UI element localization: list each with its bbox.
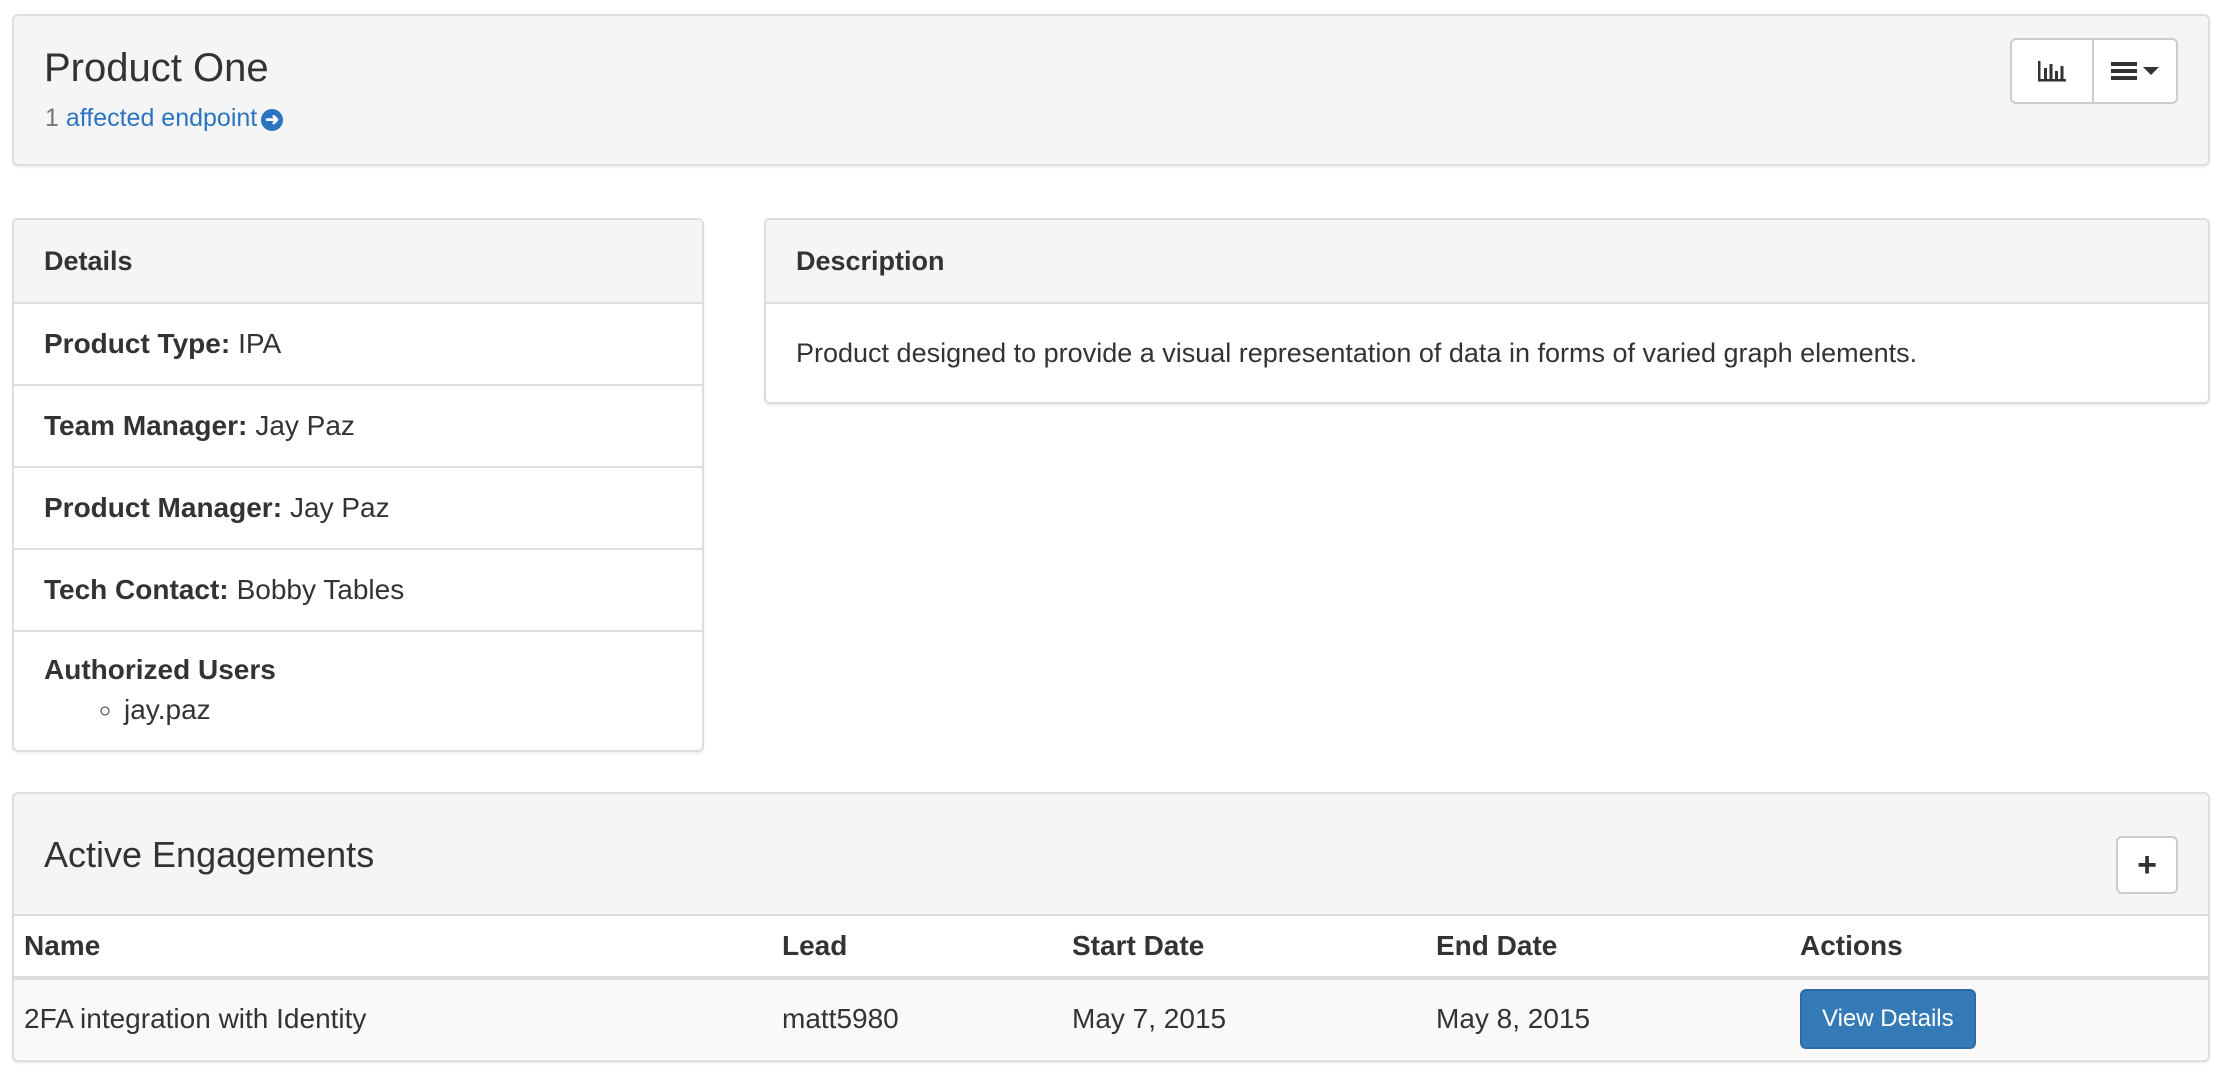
table-row: 2FA integration with Identity matt5980 M… bbox=[14, 978, 2208, 1058]
detail-row-tech-contact: Tech Contact: Bobby Tables bbox=[14, 550, 702, 632]
detail-row-team-manager: Team Manager: Jay Paz bbox=[14, 386, 702, 468]
column-header-end-date: End Date bbox=[1436, 916, 1800, 980]
detail-label: Tech Contact: bbox=[44, 574, 229, 605]
endpoint-count: 1 bbox=[45, 104, 59, 132]
affected-endpoint-label: affected endpoint bbox=[65, 104, 258, 132]
column-header-name: Name bbox=[14, 916, 782, 980]
metrics-button[interactable] bbox=[2010, 38, 2094, 104]
authorized-users-section: Authorized Users jay.paz bbox=[14, 632, 702, 748]
column-header-lead: Lead bbox=[782, 916, 1072, 980]
page-title: Product One bbox=[44, 46, 269, 90]
detail-label: Product Type: bbox=[44, 328, 231, 359]
bar-chart-icon bbox=[2038, 61, 2066, 82]
details-panel: Details Product Type: IPA Team Manager: … bbox=[12, 218, 704, 752]
engagements-table: Name Lead Start Date End Date Actions 2F… bbox=[14, 916, 2208, 1058]
header-button-group bbox=[2010, 38, 2178, 104]
table-header-row: Name Lead Start Date End Date Actions bbox=[14, 916, 2208, 980]
endpoint-summary: 1 affected endpoint ➜ bbox=[45, 104, 284, 133]
description-panel: Description Product designed to provide … bbox=[764, 218, 2210, 404]
engagement-start-date: May 7, 2015 bbox=[1072, 978, 1436, 1058]
engagements-title: Active Engagements bbox=[44, 834, 375, 875]
engagement-name: 2FA integration with Identity bbox=[14, 978, 782, 1058]
add-engagement-button[interactable]: + bbox=[2116, 836, 2178, 894]
product-header-panel: Product One 1 affected endpoint ➜ bbox=[12, 14, 2210, 166]
description-text: Product designed to provide a visual rep… bbox=[796, 338, 1918, 368]
active-engagements-panel: Active Engagements + Name Lead Start Dat… bbox=[12, 792, 2210, 1062]
view-details-button[interactable]: View Details bbox=[1800, 989, 1976, 1049]
affected-endpoint-link[interactable]: affected endpoint ➜ bbox=[65, 104, 284, 132]
engagement-actions: View Details bbox=[1800, 978, 2208, 1058]
arrow-circle-right-icon: ➜ bbox=[261, 109, 284, 131]
detail-label: Team Manager: bbox=[44, 410, 248, 441]
column-header-actions: Actions bbox=[1800, 916, 2208, 980]
detail-value: Bobby Tables bbox=[236, 574, 405, 605]
caret-down-icon bbox=[2143, 67, 2159, 75]
description-heading: Description bbox=[766, 220, 2208, 304]
menu-dropdown-button[interactable] bbox=[2094, 38, 2178, 104]
detail-row-product-type: Product Type: IPA bbox=[14, 304, 702, 386]
authorized-users-label: Authorized Users bbox=[44, 654, 276, 685]
column-header-start-date: Start Date bbox=[1072, 916, 1436, 980]
engagements-heading: Active Engagements + bbox=[14, 794, 2208, 916]
detail-value: IPA bbox=[238, 328, 282, 359]
authorized-users-list: jay.paz bbox=[44, 694, 672, 726]
detail-label: Product Manager: bbox=[44, 492, 283, 523]
detail-row-product-manager: Product Manager: Jay Paz bbox=[14, 468, 702, 550]
hamburger-menu-icon bbox=[2111, 62, 2137, 80]
engagement-lead: matt5980 bbox=[782, 978, 1072, 1058]
detail-value: Jay Paz bbox=[255, 410, 355, 441]
authorized-user-item: jay.paz bbox=[124, 694, 672, 726]
engagement-end-date: May 8, 2015 bbox=[1436, 978, 1800, 1058]
detail-value: Jay Paz bbox=[290, 492, 390, 523]
details-heading: Details bbox=[14, 220, 702, 304]
